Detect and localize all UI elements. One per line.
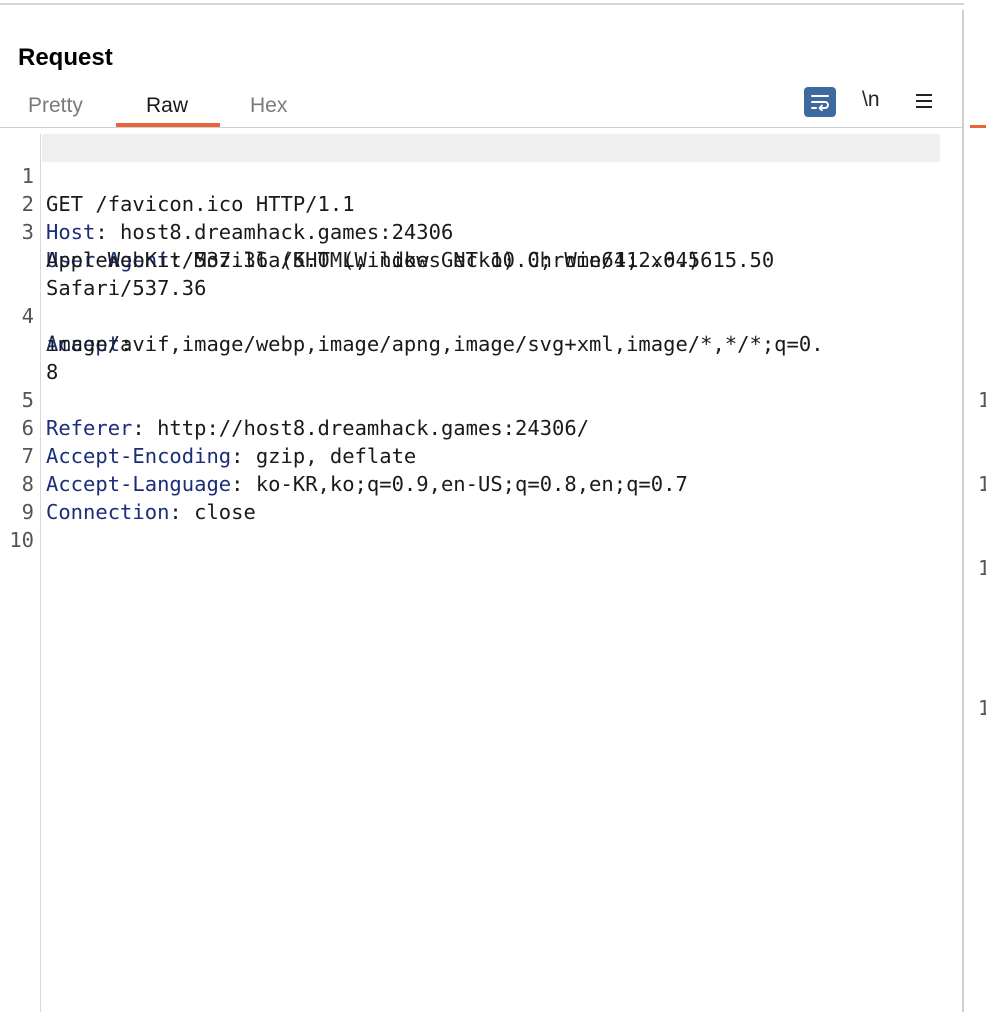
show-newlines-button[interactable]: \n <box>862 88 880 112</box>
code-line: 8 Connection: close <box>0 442 940 524</box>
line-number: 1 <box>978 556 986 580</box>
line-number: 1 <box>978 696 986 720</box>
code-line: 7 Accept-Language: ko-KR,ko;q=0.9,en-US;… <box>0 414 940 496</box>
tab-hex[interactable]: Hex <box>250 94 287 118</box>
panel-title: Request <box>18 44 113 71</box>
code-line: 10 <box>0 498 940 552</box>
response-tab-indicator <box>970 125 986 128</box>
request-editor[interactable]: 1 GET /favicon.ico HTTP/1.1 2 Host: host… <box>0 134 962 1012</box>
tab-raw[interactable]: Raw <box>146 94 188 118</box>
options-menu-button[interactable] <box>914 92 934 115</box>
code-line: 2 Host: host8.dreamhack.games:24306 <box>0 162 940 244</box>
code-line: 6 Accept-Encoding: gzip, deflate <box>0 386 940 468</box>
code-line-wrap: AppleWebKit/537.36 (KHTML, like Gecko) C… <box>0 218 940 272</box>
response-panel-edge: 1 1 1 1 <box>964 0 986 1012</box>
tab-pretty[interactable]: Pretty <box>28 94 83 118</box>
line-number: 1 <box>978 472 986 496</box>
line-number: 1 <box>978 388 986 412</box>
wrap-lines-button[interactable] <box>804 87 836 117</box>
hamburger-menu-icon <box>916 94 932 108</box>
code-line: 4 Accept: <box>0 274 940 356</box>
code-line: 3 User-Agent: Mozilla/5.0 (Windows NT 10… <box>0 190 940 272</box>
code-line: 9 <box>0 470 940 524</box>
code-line: 5 Referer: http://host8.dreamhack.games:… <box>0 358 940 440</box>
top-border <box>0 3 986 5</box>
code-line-wrap: Safari/537.36 <box>0 246 940 300</box>
tab-bar-divider <box>0 127 962 128</box>
code-line-wrap: image/avif,image/webp,image/apng,image/s… <box>0 302 940 356</box>
code-line: 1 GET /favicon.ico HTTP/1.1 <box>0 134 940 216</box>
code-line-wrap: 8 <box>0 330 940 384</box>
line-number: 10 <box>9 528 34 552</box>
wrap-lines-icon <box>811 95 829 111</box>
